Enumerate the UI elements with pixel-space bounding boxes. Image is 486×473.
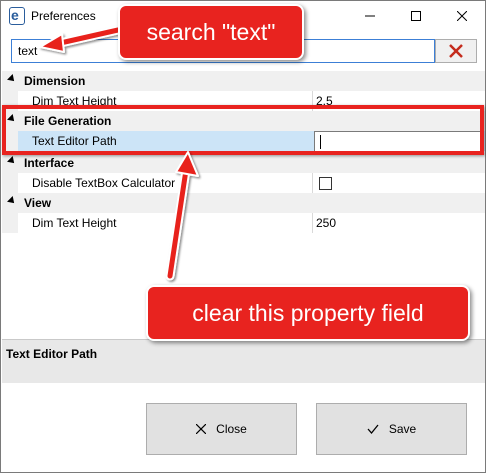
description-panel: Text Editor Path [2, 339, 485, 383]
close-icon [457, 11, 467, 21]
category-label: Dimension [24, 74, 86, 88]
checkmark-icon [367, 424, 379, 434]
row-gutter [2, 213, 18, 233]
save-button-label: Save [388, 422, 417, 436]
window-close-button[interactable] [439, 1, 485, 31]
property-name: Disable TextBox Calculator [32, 176, 176, 190]
category-interface[interactable]: Interface [2, 153, 485, 173]
collapse-triangle-icon[interactable] [7, 156, 17, 166]
maximize-icon [411, 11, 421, 21]
clear-search-button[interactable] [435, 39, 477, 63]
column-divider [312, 173, 313, 193]
collapse-triangle-icon[interactable] [7, 196, 17, 206]
highlight-box [2, 105, 484, 155]
property-row[interactable]: Disable TextBox Calculator [2, 173, 485, 193]
maximize-button[interactable] [393, 1, 439, 31]
red-x-icon [449, 44, 463, 58]
category-view[interactable]: View [2, 193, 485, 213]
disable-textbox-calculator-checkbox[interactable] [319, 177, 332, 190]
window-title: Preferences [31, 9, 96, 23]
column-divider [312, 213, 313, 233]
row-gutter [2, 173, 18, 193]
close-button[interactable]: Close [146, 403, 297, 455]
preferences-window: e Preferences Dimension Dim Text Height … [0, 0, 486, 473]
save-button[interactable]: Save [316, 403, 467, 455]
property-name: Dim Text Height [32, 216, 117, 230]
x-icon [196, 424, 207, 434]
category-label: Interface [24, 156, 75, 170]
search-callout: search "text" [118, 4, 304, 60]
description-title: Text Editor Path [6, 347, 98, 361]
category-dimension[interactable]: Dimension [2, 71, 485, 91]
minimize-icon [365, 15, 375, 17]
app-icon: e [9, 7, 25, 25]
property-row[interactable]: Dim Text Height 250 [2, 213, 485, 233]
collapse-triangle-icon[interactable] [7, 74, 17, 84]
property-value[interactable]: 250 [316, 216, 336, 230]
category-label: View [24, 196, 52, 210]
close-button-label: Close [216, 422, 247, 436]
clear-field-callout: clear this property field [146, 285, 470, 341]
minimize-button[interactable] [347, 1, 393, 31]
